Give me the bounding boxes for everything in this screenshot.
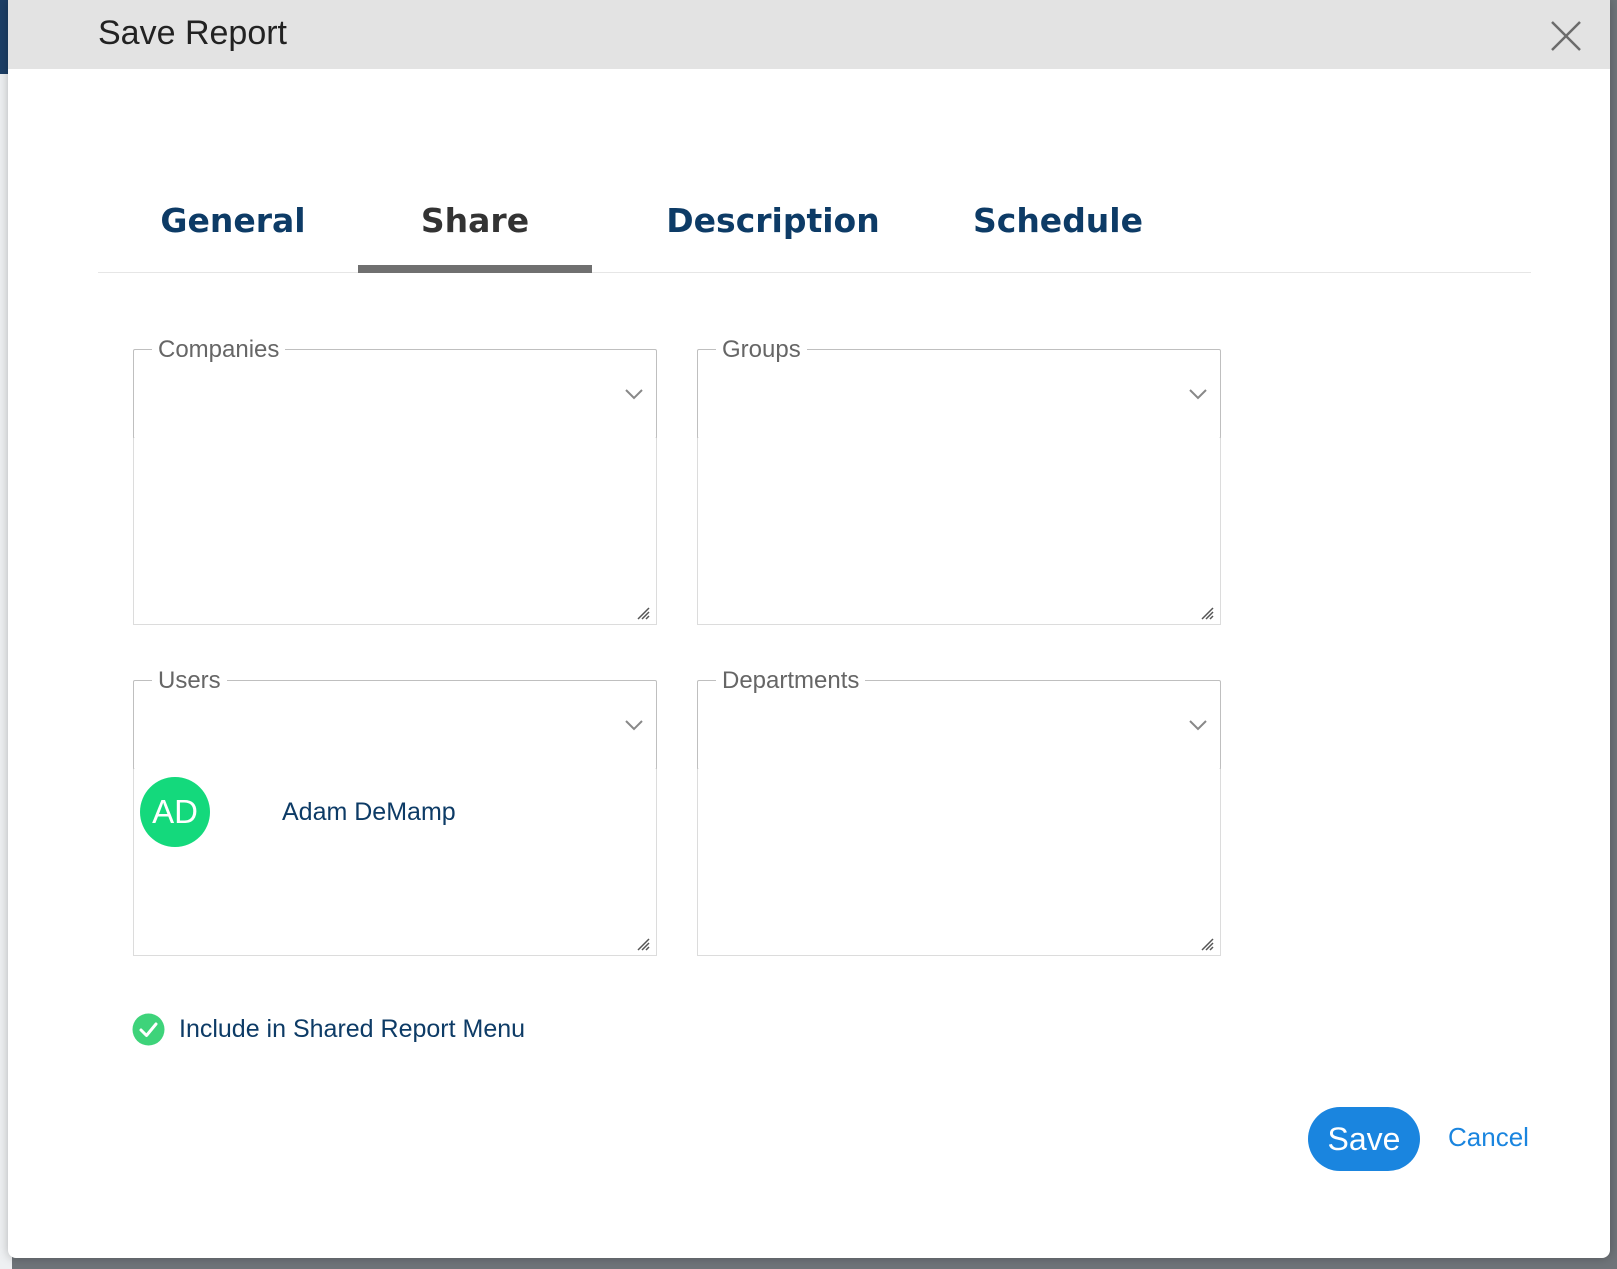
departments-list[interactable]: [697, 769, 1221, 956]
companies-label: Companies: [152, 336, 286, 364]
tab-schedule[interactable]: Schedule: [958, 170, 1158, 270]
active-tab-indicator: [358, 265, 592, 273]
resize-grip-icon[interactable]: [636, 937, 650, 951]
cancel-link[interactable]: Cancel: [1448, 1122, 1529, 1153]
resize-grip-icon[interactable]: [1200, 606, 1214, 620]
users-field: Users AD Adam DeMamp: [133, 667, 657, 958]
check-circle-icon: [132, 1013, 165, 1046]
chevron-down-icon: [1189, 720, 1207, 731]
tab-general-label: General: [160, 200, 306, 240]
groups-select[interactable]: Groups: [697, 336, 1221, 439]
chevron-down-icon: [625, 389, 643, 400]
groups-label: Groups: [716, 336, 807, 364]
tab-schedule-label: Schedule: [972, 200, 1143, 240]
users-list[interactable]: AD Adam DeMamp: [133, 769, 657, 956]
user-list-item[interactable]: AD Adam DeMamp: [140, 777, 456, 847]
departments-label: Departments: [716, 667, 866, 695]
companies-field: Companies: [133, 336, 657, 627]
resize-grip-icon[interactable]: [636, 606, 650, 620]
include-shared-menu-label: Include in Shared Report Menu: [179, 1015, 526, 1043]
tab-share-label: Share: [420, 200, 530, 240]
tab-share[interactable]: Share: [358, 170, 592, 273]
tab-description-label: Description: [666, 200, 880, 240]
include-shared-menu-checkbox[interactable]: Include in Shared Report Menu: [132, 1013, 525, 1046]
tab-general[interactable]: General: [138, 170, 328, 270]
groups-field: Groups: [697, 336, 1221, 627]
dialog-title: Save Report: [98, 14, 287, 52]
save-button[interactable]: Save: [1308, 1107, 1420, 1171]
save-report-dialog: Save Report General Share Description Sc…: [8, 0, 1610, 1258]
user-name: Adam DeMamp: [282, 797, 456, 826]
tab-bar: General Share Description Schedule: [98, 170, 1531, 273]
users-label: Users: [152, 667, 227, 695]
tab-description[interactable]: Description: [648, 170, 898, 270]
close-button[interactable]: [1548, 18, 1584, 54]
departments-select[interactable]: Departments: [697, 667, 1221, 770]
departments-field: Departments: [697, 667, 1221, 958]
chevron-down-icon: [1189, 389, 1207, 400]
close-icon: [1551, 21, 1581, 51]
chevron-down-icon: [625, 720, 643, 731]
companies-list[interactable]: [133, 438, 657, 625]
resize-grip-icon[interactable]: [1200, 937, 1214, 951]
users-select[interactable]: Users: [133, 667, 657, 770]
groups-list[interactable]: [697, 438, 1221, 625]
dialog-header: Save Report: [8, 0, 1610, 69]
companies-select[interactable]: Companies: [133, 336, 657, 439]
avatar: AD: [140, 777, 210, 847]
